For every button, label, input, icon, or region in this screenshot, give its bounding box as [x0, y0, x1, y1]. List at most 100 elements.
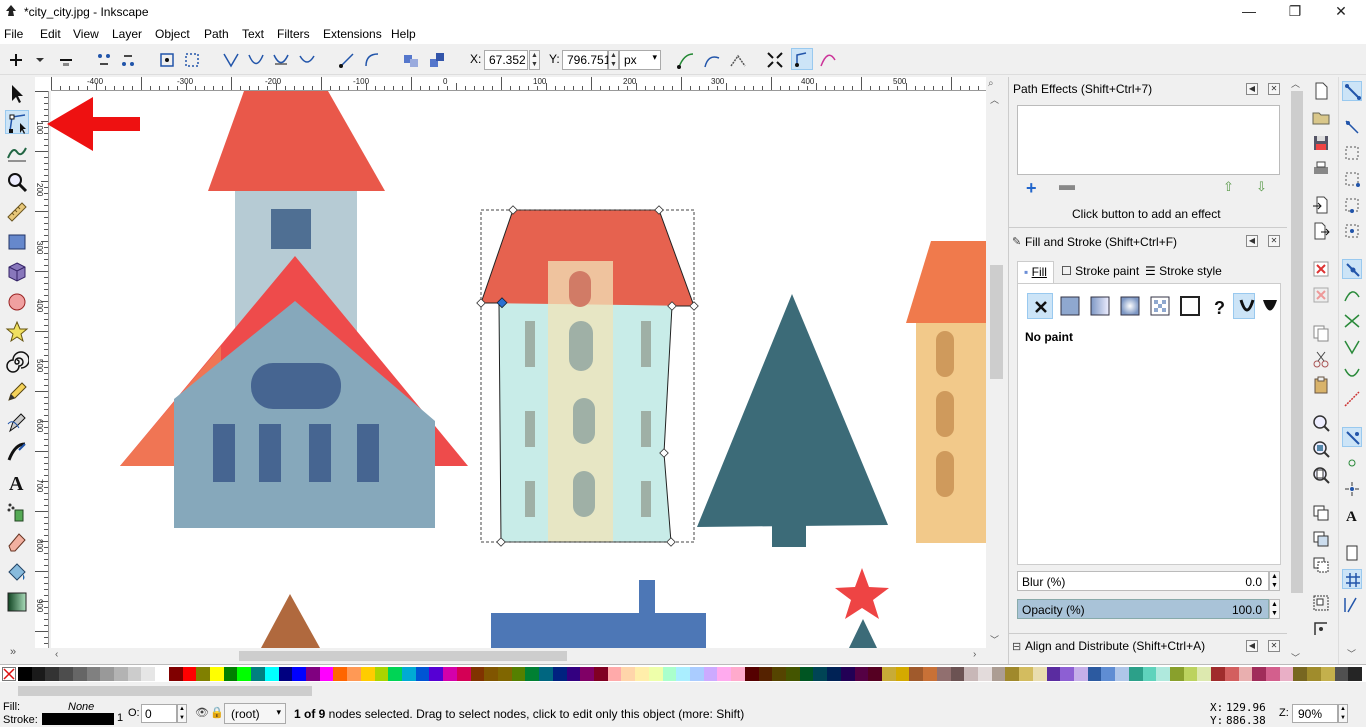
auto-smooth-node-icon[interactable]	[297, 50, 317, 70]
color-swatch[interactable]	[635, 667, 650, 681]
color-swatch[interactable]	[1060, 667, 1075, 681]
scroll-right-icon[interactable]: ›	[973, 649, 976, 660]
color-swatch[interactable]	[1115, 667, 1130, 681]
color-swatch[interactable]	[882, 667, 896, 681]
color-swatch[interactable]	[306, 667, 320, 681]
snap-page-border-icon[interactable]	[1342, 543, 1362, 563]
open-file-icon[interactable]	[1311, 107, 1331, 127]
color-swatch[interactable]	[566, 667, 581, 681]
drawing-canvas[interactable]	[51, 91, 986, 648]
blue-building-artwork[interactable]	[491, 580, 706, 648]
color-swatch[interactable]	[539, 667, 554, 681]
delete-node-icon[interactable]	[56, 50, 76, 70]
palette-scrollbar[interactable]	[0, 682, 1366, 700]
rectangle-tool-icon[interactable]	[5, 230, 29, 254]
color-swatch[interactable]	[196, 667, 211, 681]
zoom-tool-icon[interactable]	[5, 170, 29, 194]
lock-icon[interactable]: 🔒	[210, 706, 224, 719]
color-swatch[interactable]	[690, 667, 704, 681]
snap-rotation-centers-icon[interactable]	[1342, 479, 1362, 499]
color-swatch[interactable]	[1142, 667, 1157, 681]
radial-gradient-icon[interactable]	[1117, 293, 1143, 319]
color-swatch[interactable]	[114, 667, 128, 681]
3d-box-tool-icon[interactable]	[5, 260, 29, 284]
color-swatch[interactable]	[470, 667, 485, 681]
snap-cusp-nodes-icon[interactable]	[1342, 337, 1362, 357]
color-swatch[interactable]	[1170, 667, 1184, 681]
blur-slider[interactable]: Blur (%) 0.0	[1017, 571, 1269, 591]
color-swatch[interactable]	[909, 667, 924, 681]
move-down-effect-button[interactable]: ⇩	[1256, 179, 1267, 195]
text-tool-icon[interactable]: A	[5, 470, 29, 495]
color-swatch[interactable]	[717, 667, 732, 681]
join-endnodes-icon[interactable]	[157, 50, 177, 70]
color-swatch[interactable]	[237, 667, 252, 681]
color-swatch[interactable]	[1252, 667, 1267, 681]
vertical-scroll-thumb[interactable]	[990, 265, 1003, 379]
cusp-node-icon[interactable]	[221, 50, 241, 70]
color-swatch[interactable]	[799, 667, 814, 681]
snap-smooth-nodes-icon[interactable]	[1342, 363, 1362, 383]
tab-stroke-style[interactable]: ☰ Stroke style	[1139, 261, 1228, 283]
color-swatch[interactable]	[895, 667, 910, 681]
color-swatch[interactable]	[868, 667, 883, 681]
snap-bbox-centers-icon[interactable]	[1342, 221, 1362, 241]
small-tree-artwork[interactable]	[849, 619, 877, 648]
tree-artwork[interactable]	[697, 294, 888, 547]
color-swatch[interactable]	[347, 667, 362, 681]
color-swatch[interactable]	[141, 667, 156, 681]
color-swatch[interactable]	[1307, 667, 1322, 681]
color-swatch[interactable]	[86, 667, 101, 681]
color-swatch[interactable]	[813, 667, 828, 681]
color-swatch[interactable]	[100, 667, 115, 681]
snap-guides-icon[interactable]	[1342, 595, 1362, 615]
canvas-horizontal-scrollbar[interactable]: ‹ ›	[51, 648, 986, 664]
color-swatch[interactable]	[333, 667, 348, 681]
snap-paths-icon[interactable]	[1342, 285, 1362, 305]
spiral-tool-icon[interactable]	[5, 350, 30, 374]
color-swatch[interactable]	[854, 667, 869, 681]
smooth-node-icon[interactable]	[246, 50, 266, 70]
object-to-path-icon[interactable]	[401, 50, 421, 70]
menu-text[interactable]: Text	[242, 27, 264, 41]
snap-midpoints-icon[interactable]	[1342, 389, 1362, 409]
save-icon[interactable]	[1311, 133, 1331, 153]
color-swatch[interactable]	[607, 667, 622, 681]
color-swatch[interactable]	[552, 667, 567, 681]
move-up-effect-button[interactable]: ⇧	[1223, 179, 1234, 195]
snap-path-intersections-icon[interactable]	[1342, 311, 1362, 331]
scroll-up-icon[interactable]: ︿	[990, 93, 999, 106]
color-swatch[interactable]	[703, 667, 718, 681]
transform-arrows-icon[interactable]	[765, 50, 785, 70]
export-icon[interactable]	[1311, 221, 1331, 241]
color-swatch[interactable]	[1334, 667, 1349, 681]
color-swatch[interactable]	[484, 667, 499, 681]
panel-close-icon[interactable]: ✕	[1268, 640, 1280, 652]
path-effects-list[interactable]	[1017, 105, 1280, 175]
color-swatch[interactable]	[758, 667, 773, 681]
color-swatch[interactable]	[580, 667, 595, 681]
swatch-icon[interactable]	[1177, 293, 1203, 319]
insert-node-icon[interactable]	[6, 50, 26, 70]
brown-roof-artwork[interactable]	[261, 594, 320, 648]
panel-collapse-icon[interactable]: ◀	[1246, 235, 1258, 247]
gradient-tool-icon[interactable]	[5, 590, 29, 614]
snap-nodes-icon[interactable]	[1342, 259, 1362, 279]
snap-text-baseline-icon[interactable]: A	[1342, 505, 1362, 525]
opacity-spin-button[interactable]: ▲ ▼	[177, 704, 187, 723]
insert-node-dropdown-icon[interactable]	[30, 50, 50, 70]
color-swatch[interactable]	[936, 667, 951, 681]
color-swatch[interactable]	[950, 667, 965, 681]
linear-gradient-icon[interactable]	[1087, 293, 1113, 319]
y-spin-button[interactable]: ▲ ▼	[608, 50, 619, 70]
copy-icon[interactable]	[1311, 323, 1331, 343]
no-paint-icon[interactable]	[1027, 293, 1053, 319]
fill-indicator[interactable]: None	[68, 701, 94, 713]
color-swatch[interactable]	[1211, 667, 1226, 681]
menu-path[interactable]: Path	[204, 27, 229, 41]
color-swatch[interactable]	[45, 667, 60, 681]
color-swatch[interactable]	[964, 667, 979, 681]
color-swatch[interactable]	[1032, 667, 1047, 681]
panel-collapse-icon[interactable]: ◀	[1246, 640, 1258, 652]
palette-scroll-thumb[interactable]	[18, 686, 312, 696]
